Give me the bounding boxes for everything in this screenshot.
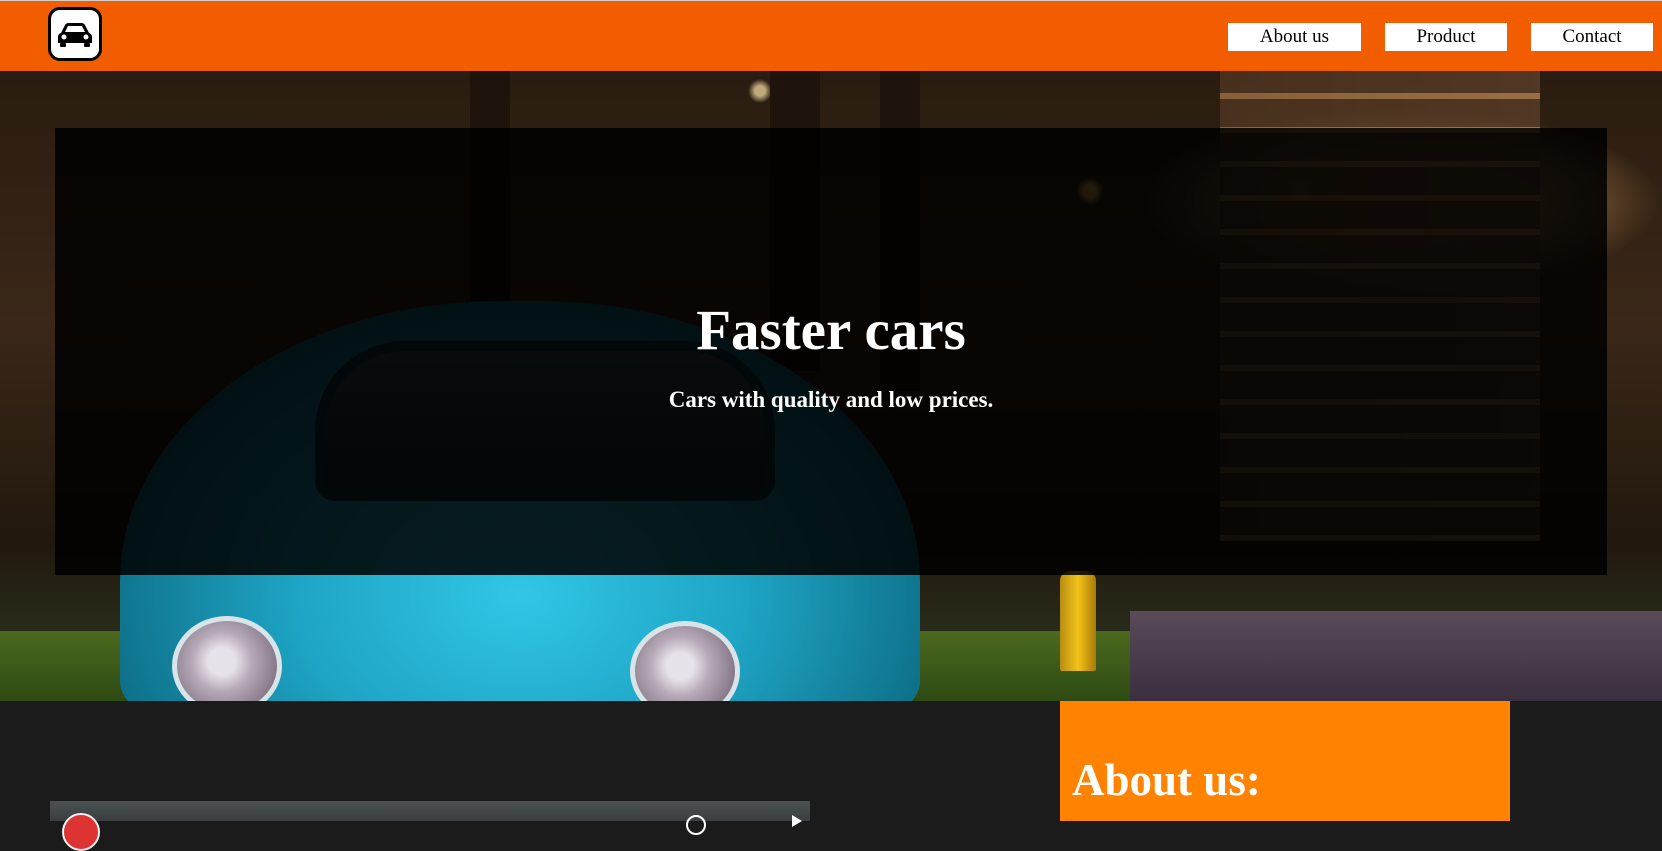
hero-background-road <box>1130 611 1662 701</box>
share-icon[interactable] <box>792 815 802 827</box>
hero-subtitle: Cars with quality and low prices. <box>668 387 994 412</box>
channel-avatar-icon[interactable] <box>62 813 100 851</box>
top-navigation-bar: About us Product Contact <box>0 0 1662 71</box>
car-icon <box>58 23 92 47</box>
nav-about-us-button[interactable]: About us <box>1228 23 1361 51</box>
info-icon[interactable] <box>686 815 706 835</box>
logo[interactable] <box>48 7 102 61</box>
about-us-heading: About us: <box>1072 755 1261 805</box>
nav-contact-button[interactable]: Contact <box>1531 23 1653 51</box>
hero-title: Faster cars <box>696 299 966 362</box>
fire-hydrant-image <box>1060 571 1096 671</box>
about-us-section: About us: <box>1060 701 1510 821</box>
video-player[interactable] <box>50 801 810 851</box>
nav-product-button[interactable]: Product <box>1385 23 1507 51</box>
